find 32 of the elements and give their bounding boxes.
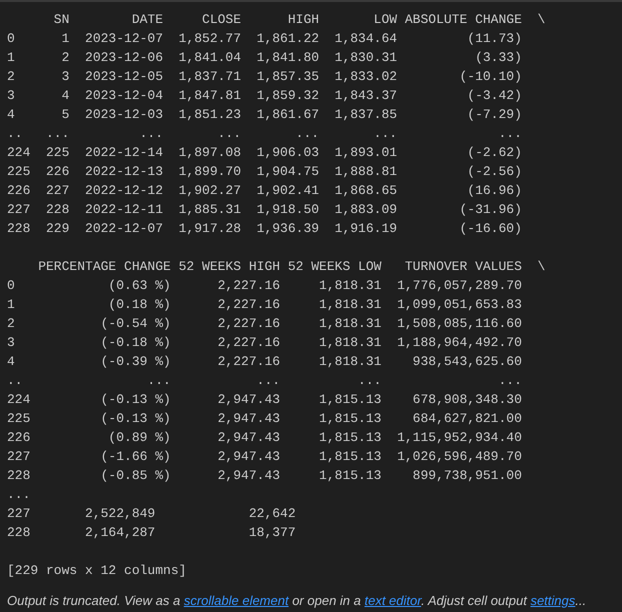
output-line: 227 (-1.66 %) 2,947.43 1,815.13 1,026,596,489.70 xyxy=(7,448,522,466)
output-line: 225 226 2022-12-13 1,899.70 1,904.75 1,888.81 (-2.56) xyxy=(7,163,522,181)
output-line: 2 (-0.54 %) 2,227.16 1,818.31 1,508,085,116.60 xyxy=(7,315,522,333)
output-line: SN DATE CLOSE HIGH LOW ABSOLUTE CHANGE \ xyxy=(52,11,546,29)
output-line: 224 (-0.13 %) 2,947.43 1,815.13 678,908,348.30 xyxy=(7,391,522,409)
output-line: 227 2,522,849 22,642 xyxy=(7,505,296,523)
output-line: 3 4 2023-12-04 1,847.81 1,859.32 1,843.37 (-3.42) xyxy=(7,87,522,105)
output-line: ... xyxy=(7,486,30,504)
output-line: 2 3 2023-12-05 1,837.71 1,857.35 1,833.02 (-10.10) xyxy=(7,68,522,86)
output-line: 1 (0.18 %) 2,227.16 1,818.31 1,099,051,653.83 xyxy=(7,296,522,314)
output-line: 3 (-0.18 %) 2,227.16 1,818.31 1,188,964,492.70 xyxy=(7,334,522,352)
output-line: .. ... ... ... ... ... ... xyxy=(7,125,522,143)
text-link[interactable]: text editor xyxy=(364,593,422,608)
output-line: 228 (-0.85 %) 2,947.43 1,815.13 899,738,951.00 xyxy=(7,467,522,485)
output-line: 227 228 2022-12-11 1,885.31 1,918.50 1,883.09 (-31.96) xyxy=(7,201,522,219)
output-line: 0 (0.63 %) 2,227.16 1,818.31 1,776,057,289.70 xyxy=(7,277,522,295)
output-line: 0 1 2023-12-07 1,852.77 1,861.22 1,834.64 (11.73) xyxy=(7,30,522,48)
output-line: .. ... ... ... ... xyxy=(7,372,522,390)
output-line: 4 5 2023-12-03 1,851.23 1,861.67 1,837.85 (-7.29) xyxy=(7,106,522,124)
text-link[interactable]: scrollable element xyxy=(184,593,289,608)
output-line: 228 229 2022-12-07 1,917.28 1,936.39 1,916.19 (-16.60) xyxy=(7,220,522,238)
output-line: [229 rows x 12 columns] xyxy=(7,562,186,580)
output-line: 226 (0.89 %) 2,947.43 1,815.13 1,115,952,934.40 xyxy=(7,429,522,447)
output-line: 226 227 2022-12-12 1,902.27 1,902.41 1,868.65 (16.96) xyxy=(7,182,522,200)
output-line: 225 (-0.13 %) 2,947.43 1,815.13 684,627,821.00 xyxy=(7,410,522,428)
output-line: PERCENTAGE CHANGE 52 WEEKS HIGH 52 WEEKS LOW TURNOVER VALUES \ xyxy=(37,258,546,276)
output-line: 4 (-0.39 %) 2,227.16 1,818.31 938,543,625.60 xyxy=(7,353,522,371)
output-line: 1 2 2023-12-06 1,841.04 1,841.80 1,830.31 (3.33) xyxy=(7,49,522,67)
output-line: 228 2,164,287 18,377 xyxy=(7,524,296,542)
output-line: 224 225 2022-12-14 1,897.08 1,906.03 1,893.01 (-2.62) xyxy=(7,144,522,162)
text-link[interactable]: settings xyxy=(530,593,576,608)
truncation-notice: Output is truncated. View as a scrollable element or open in a text editor. Adjust cell output settings... xyxy=(7,592,588,610)
